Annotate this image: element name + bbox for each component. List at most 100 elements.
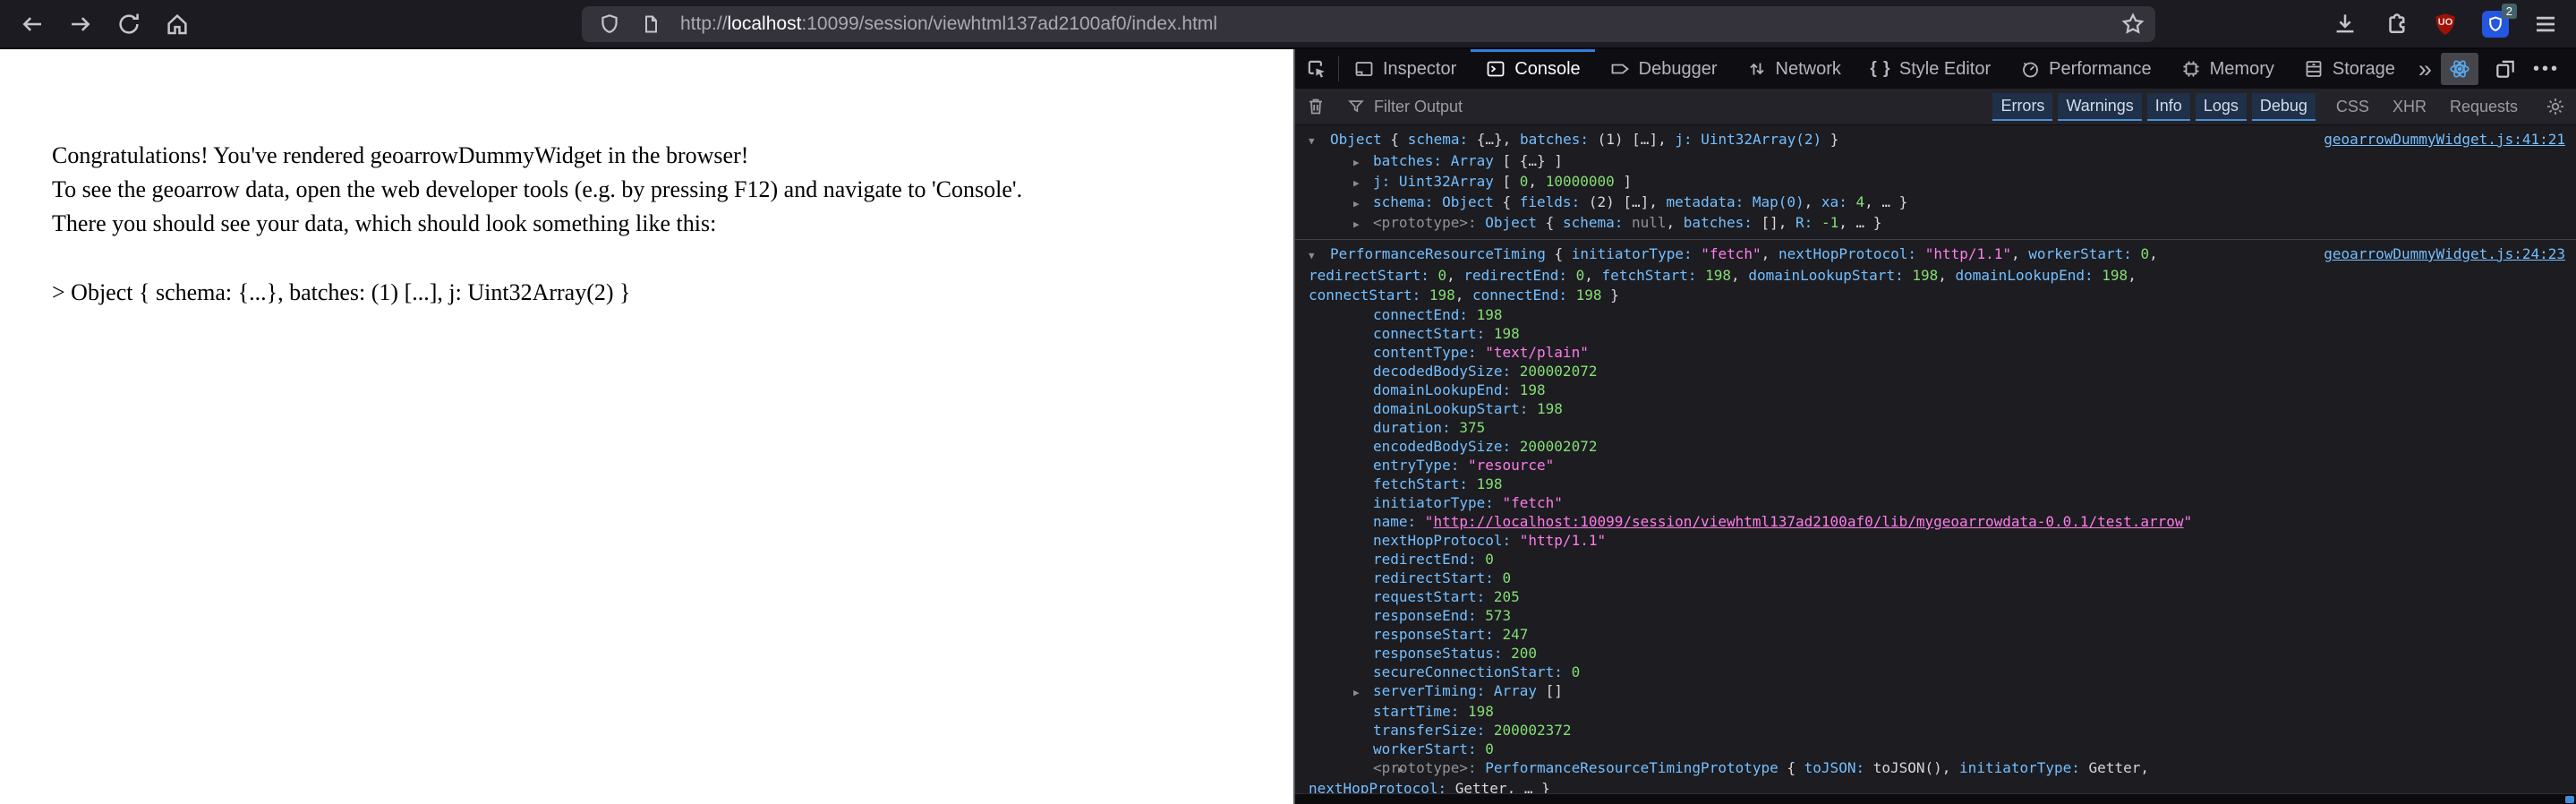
console-token: <prototype>: xyxy=(1373,214,1486,231)
console-token: } xyxy=(1821,131,1839,148)
console-input-strip[interactable] xyxy=(1295,793,2576,804)
shield-permissions-icon[interactable] xyxy=(596,11,623,38)
filter-type-xhr[interactable]: XHR xyxy=(2384,94,2435,120)
console-token: 0 xyxy=(1437,267,1447,284)
filter-level-logs[interactable]: Logs xyxy=(2195,92,2247,121)
devtools-tab-memory[interactable]: Memory xyxy=(2166,49,2289,89)
collapse-arrow-icon[interactable]: ▼ xyxy=(1309,246,1330,266)
console-token: initiatorType: xyxy=(1959,759,2089,776)
console-property-row: name: "http://localhost:10099/session/vi… xyxy=(1295,512,2565,531)
console-token: 200002072 xyxy=(1519,363,1598,380)
console-token: PerformanceResourceTiming xyxy=(1330,245,1546,262)
menu-hamburger-button[interactable] xyxy=(2526,5,2565,43)
pick-element-button[interactable] xyxy=(1295,49,1338,89)
ublock-extension-icon[interactable]: UO xyxy=(2426,5,2465,43)
reload-button[interactable] xyxy=(109,5,149,43)
console-filter-bar: Filter Output Errors Warnings Info Logs Debu… xyxy=(1295,89,2576,125)
console-token: workerStart: xyxy=(1373,740,1486,757)
forward-button[interactable] xyxy=(61,5,100,43)
console-token: , xyxy=(1761,245,1778,262)
devtools-tab-storage[interactable]: Storage xyxy=(2289,49,2410,89)
console-token: 198 xyxy=(1575,287,1602,304)
devtools-tabs: Inspector Console Debugger Network { } Style … xyxy=(1339,49,2410,89)
console-token: Object xyxy=(1330,131,1382,148)
console-token: "http/1.1" xyxy=(1924,245,2012,262)
nav-button-group xyxy=(13,5,197,43)
responsive-design-mode-icon[interactable] xyxy=(2486,53,2524,85)
bitwarden-extension-icon[interactable]: 2 xyxy=(2476,3,2517,43)
devtools-meatball-menu[interactable]: ••• xyxy=(2528,53,2565,85)
filter-level-errors[interactable]: Errors xyxy=(1992,92,2053,121)
console-property-row: entryType: "resource" xyxy=(1295,456,2565,475)
console-property-row: ▶ <prototype>: Object { schema: null, bat… xyxy=(1295,213,2565,234)
console-property-row: ▶ batches: Array [ {…} ] xyxy=(1295,151,2565,172)
console-token: 198 xyxy=(1476,475,1503,492)
console-property-row: redirectStart: 0 xyxy=(1295,569,2565,587)
filter-placeholder: Filter Output xyxy=(1374,97,1463,115)
console-token: connectEnd: xyxy=(1472,287,1576,304)
devtools-tab-performance[interactable]: Performance xyxy=(2005,49,2166,89)
console-token: workerStart: xyxy=(2028,245,2141,262)
extension-atom-icon[interactable] xyxy=(2440,53,2478,85)
filter-type-requests[interactable]: Requests xyxy=(2442,94,2526,120)
console-token: domainLookupStart: xyxy=(1748,267,1913,284)
home-button[interactable] xyxy=(158,5,197,43)
devtools-tab-console[interactable]: Console xyxy=(1471,49,1596,89)
source-link[interactable]: geoarrowDummyWidget.js:24:23 xyxy=(2324,244,2565,264)
url-text[interactable]: http://localhost:10099/session/viewhtml1… xyxy=(680,13,1217,35)
devtools-close-icon[interactable]: × xyxy=(2569,53,2576,85)
devtools-tab-debugger[interactable]: Debugger xyxy=(1595,49,1732,89)
filter-level-debug[interactable]: Debug xyxy=(2251,92,2316,121)
devtools-tab-network[interactable]: Network xyxy=(1732,49,1855,89)
filter-level-info[interactable]: Info xyxy=(2146,92,2190,121)
expand-arrow-icon[interactable]: ▶ xyxy=(1353,215,1373,234)
devtools-panel: Inspector Console Debugger Network { } Style … xyxy=(1293,49,2576,804)
console-token: 0 xyxy=(1502,569,1512,586)
expand-arrow-icon[interactable]: ▶ xyxy=(1353,683,1373,702)
devtools-tab-inspector[interactable]: Inspector xyxy=(1339,49,1471,89)
console-token: contentType: xyxy=(1373,344,1486,361)
back-button[interactable] xyxy=(13,5,52,43)
console-token: nextHopProtocol: xyxy=(1373,532,1520,549)
devtools-tabbar-right: ••• × xyxy=(2440,49,2576,89)
clear-console-trash-icon[interactable] xyxy=(1295,96,1336,117)
funnel-icon xyxy=(1348,100,1364,113)
devtools-tab-style-editor[interactable]: { } Style Editor xyxy=(1855,49,2005,89)
url-bar[interactable]: http://localhost:10099/session/viewhtml1… xyxy=(582,5,2155,42)
tab-label: Performance xyxy=(2049,58,2152,79)
console-message-preview: geoarrowDummyWidget.js:24:23 ▼ Performance… xyxy=(1295,244,2565,305)
source-link[interactable]: geoarrowDummyWidget.js:41:21 xyxy=(2324,130,2565,150)
ublock-letters: UO xyxy=(2437,16,2453,28)
extensions-puzzle-icon[interactable] xyxy=(2376,5,2415,43)
bitwarden-badge: 2 xyxy=(2501,3,2517,19)
console-property-row: fetchStart: 198 xyxy=(1295,475,2565,493)
expand-arrow-icon[interactable]: ▶ xyxy=(1353,760,1404,779)
expand-arrow-icon[interactable]: ▶ xyxy=(1353,194,1373,213)
filter-level-warnings[interactable]: Warnings xyxy=(2058,92,2142,121)
expand-arrow-icon[interactable]: ▶ xyxy=(1353,153,1373,172)
resource-url-link[interactable]: http://localhost:10099/session/viewhtml1… xyxy=(1433,513,2183,530)
console-token: secureConnectionStart: xyxy=(1373,663,1572,680)
page-info-icon[interactable] xyxy=(637,11,664,38)
filter-output-input[interactable]: Filter Output xyxy=(1346,97,1990,116)
collapse-arrow-icon[interactable]: ▼ xyxy=(1309,132,1330,151)
console-token: batches: xyxy=(1519,131,1598,148)
downloads-button[interactable] xyxy=(2325,5,2365,43)
filter-type-css[interactable]: CSS xyxy=(2328,94,2377,120)
console-settings-gear-icon[interactable] xyxy=(2535,96,2576,117)
page-line-1: Congratulations! You've rendered geoarro… xyxy=(52,142,749,168)
console-token: 200 xyxy=(1511,645,1538,662)
console-token: , xyxy=(1454,287,1473,304)
console-property-row: domainLookupEnd: 198 xyxy=(1295,381,2565,399)
expand-arrow-icon[interactable]: ▶ xyxy=(1353,174,1373,192)
console-token: schema: xyxy=(1407,131,1477,148)
console-token: toJSON(), xyxy=(1872,759,1960,776)
console-token: [ xyxy=(1493,173,1520,190)
console-token: [] xyxy=(1537,682,1563,699)
bookmark-star-icon[interactable] xyxy=(2120,11,2146,38)
url-scheme: http:// xyxy=(680,13,728,34)
console-property-row: workerStart: 0 xyxy=(1295,740,2565,758)
console-token: 198 xyxy=(1912,267,1939,284)
more-tabs-chevron[interactable]: » xyxy=(2410,49,2441,89)
console-token: duration: xyxy=(1373,419,1460,436)
